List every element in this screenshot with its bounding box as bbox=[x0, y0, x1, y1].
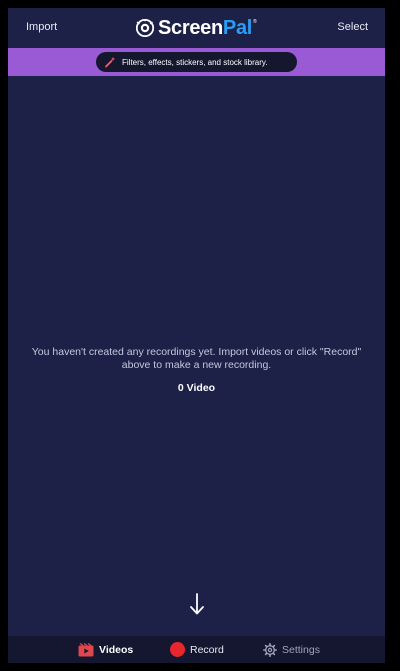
logo-word-pal: Pal bbox=[222, 16, 253, 39]
top-bar: Import ScreenPal ® Select bbox=[8, 8, 385, 48]
tab-settings[interactable]: Settings bbox=[263, 636, 320, 663]
tab-videos[interactable]: Videos bbox=[78, 636, 133, 663]
promo-text: Filters, effects, stickers, and stock li… bbox=[122, 57, 268, 67]
video-film-icon bbox=[78, 642, 94, 656]
empty-state-message: You haven't created any recordings yet. … bbox=[31, 346, 362, 371]
screenpal-logo: ScreenPal ® bbox=[136, 16, 257, 40]
bottom-navigation: Videos Record Settings bbox=[8, 636, 385, 663]
tab-videos-label: Videos bbox=[99, 643, 134, 656]
app-screen: Import ScreenPal ® Select Filters, effec… bbox=[8, 8, 385, 663]
promo-pill-button[interactable]: Filters, effects, stickers, and stock li… bbox=[96, 52, 297, 72]
tab-record[interactable]: Record bbox=[170, 636, 224, 663]
record-dot-icon bbox=[170, 642, 185, 657]
logo-trademark: ® bbox=[253, 19, 257, 25]
logo-wordmark: ScreenPal bbox=[158, 17, 252, 40]
arrow-down-icon bbox=[190, 593, 204, 615]
promo-banner: Filters, effects, stickers, and stock li… bbox=[8, 48, 385, 76]
video-count: 0 Video bbox=[177, 382, 216, 394]
select-button[interactable]: Select bbox=[337, 21, 368, 33]
gear-icon bbox=[263, 642, 277, 657]
tab-settings-label: Settings bbox=[282, 643, 320, 656]
tab-record-label: Record bbox=[190, 643, 224, 656]
magic-wand-icon bbox=[105, 57, 115, 68]
import-button[interactable]: Import bbox=[26, 21, 57, 33]
logo-word-screen: Screen bbox=[158, 16, 223, 39]
device-frame: Import ScreenPal ® Select Filters, effec… bbox=[0, 0, 400, 671]
empty-state: You haven't created any recordings yet. … bbox=[8, 346, 385, 394]
screenpal-eye-logo-icon bbox=[136, 19, 154, 37]
